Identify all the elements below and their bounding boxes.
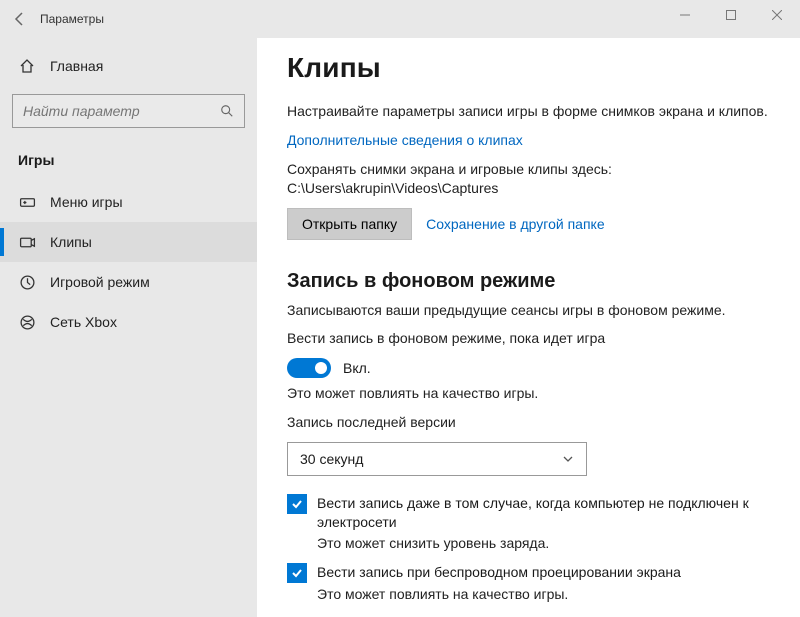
captures-icon: [18, 233, 36, 251]
game-mode-icon: [18, 273, 36, 291]
back-button[interactable]: [0, 0, 40, 38]
sidebar-home[interactable]: Главная: [0, 46, 257, 86]
bg-toggle-note: Это может повлиять на качество игры.: [287, 384, 770, 403]
bg-toggle-state: Вкл.: [343, 360, 371, 376]
save-other-folder-link[interactable]: Сохранение в другой папке: [426, 216, 605, 232]
home-icon: [18, 57, 36, 75]
content-area: Клипы Настраивайте параметры записи игры…: [257, 38, 800, 617]
sidebar-home-label: Главная: [50, 58, 103, 74]
open-folder-button[interactable]: Открыть папку: [287, 208, 412, 240]
bg-toggle-label: Вести запись в фоновом режиме, пока идет…: [287, 329, 770, 348]
maximize-button[interactable]: [708, 0, 754, 30]
record-wireless-note: Это может повлиять на качество игры.: [317, 585, 770, 604]
xbox-icon: [18, 313, 36, 331]
intro-text: Настраивайте параметры записи игры в фор…: [287, 102, 770, 121]
sidebar-section-label: Игры: [0, 138, 257, 182]
sidebar-item-game-bar[interactable]: Меню игры: [0, 182, 257, 222]
game-bar-icon: [18, 193, 36, 211]
record-on-battery-checkbox[interactable]: [287, 494, 307, 514]
page-heading: Клипы: [287, 52, 770, 84]
search-icon: [220, 104, 234, 118]
record-wireless-label: Вести запись при беспроводном проецирова…: [317, 563, 681, 582]
sidebar-item-label: Клипы: [50, 234, 92, 250]
window-controls: [662, 0, 800, 30]
bg-heading: Запись в фоновом режиме: [287, 270, 770, 293]
record-on-battery-note: Это может снизить уровень заряда.: [317, 534, 770, 553]
sidebar-item-label: Сеть Xbox: [50, 314, 117, 330]
record-on-battery-label: Вести запись даже в том случае, когда ко…: [317, 494, 770, 532]
titlebar: Параметры: [0, 0, 800, 38]
search-input[interactable]: [23, 103, 220, 119]
window-title: Параметры: [40, 12, 104, 26]
save-location-text: Сохранять снимки экрана и игровые клипы …: [287, 160, 770, 198]
search-box[interactable]: [12, 94, 245, 128]
record-last-value: 30 секунд: [300, 451, 363, 467]
sidebar-item-game-mode[interactable]: Игровой режим: [0, 262, 257, 302]
sidebar-item-label: Игровой режим: [50, 274, 150, 290]
bg-record-toggle[interactable]: [287, 358, 331, 378]
record-last-label: Запись последней версии: [287, 413, 770, 432]
learn-more-link[interactable]: Дополнительные сведения о клипах: [287, 132, 523, 148]
record-wireless-checkbox[interactable]: [287, 563, 307, 583]
chevron-down-icon: [562, 453, 574, 465]
minimize-button[interactable]: [662, 0, 708, 30]
record-last-select[interactable]: 30 секунд: [287, 442, 587, 476]
bg-desc: Записываются ваши предыдущие сеансы игры…: [287, 301, 770, 320]
sidebar-item-xbox-networking[interactable]: Сеть Xbox: [0, 302, 257, 342]
sidebar: Главная Игры Меню игры Клипы: [0, 38, 257, 617]
sidebar-item-captures[interactable]: Клипы: [0, 222, 257, 262]
close-button[interactable]: [754, 0, 800, 30]
sidebar-item-label: Меню игры: [50, 194, 123, 210]
